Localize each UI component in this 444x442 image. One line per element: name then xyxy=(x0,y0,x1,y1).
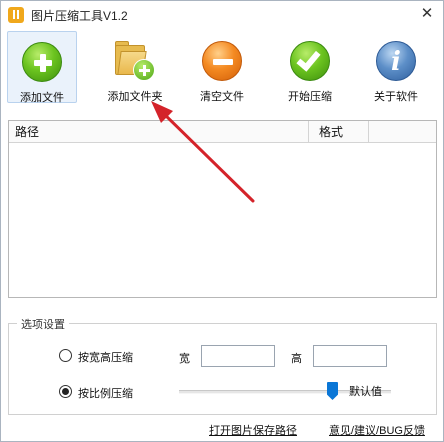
radio-selected-dot xyxy=(62,388,69,395)
add-file-icon xyxy=(22,42,62,82)
check-circle-icon xyxy=(290,41,330,81)
height-label: 高 xyxy=(291,353,302,365)
file-list-header: 路径 格式 xyxy=(9,121,436,143)
options-group: 选项设置 xyxy=(8,316,437,415)
app-icon xyxy=(8,7,24,23)
clear-files-label: 清空文件 xyxy=(200,91,244,103)
add-file-button[interactable]: 添加文件 xyxy=(7,31,77,104)
options-title: 选项设置 xyxy=(17,316,69,332)
clear-files-button[interactable]: 清空文件 xyxy=(189,31,255,103)
start-compress-label: 开始压缩 xyxy=(288,91,332,103)
start-compress-button[interactable]: 开始压缩 xyxy=(277,31,343,103)
by-ratio-radio[interactable] xyxy=(59,385,72,398)
folder-plus-icon xyxy=(113,39,155,81)
add-folder-label: 添加文件夹 xyxy=(107,91,163,103)
by-size-label: 按宽高压缩 xyxy=(78,352,133,364)
slider-default-label: 默认值 xyxy=(349,386,382,398)
open-save-path-link[interactable]: 打开图片保存路径 xyxy=(209,422,297,438)
by-ratio-label: 按比例压缩 xyxy=(78,388,133,400)
minus-circle-icon xyxy=(202,41,242,81)
width-input[interactable] xyxy=(201,345,275,367)
about-button[interactable]: i 关于软件 xyxy=(363,31,429,103)
info-icon: i xyxy=(376,41,416,81)
title-bar: 图片压缩工具V1.2 ✕ xyxy=(1,1,443,29)
window-title: 图片压缩工具V1.2 xyxy=(31,9,128,23)
by-size-radio[interactable] xyxy=(59,349,72,362)
height-input[interactable] xyxy=(313,345,387,367)
toolbar: 添加文件 添加文件夹 清空文件 开始压缩 i 关于软件 xyxy=(7,31,437,107)
column-header-path[interactable]: 路径 xyxy=(9,121,309,143)
add-folder-button[interactable]: 添加文件夹 xyxy=(95,31,175,103)
about-label: 关于软件 xyxy=(374,91,418,103)
close-button[interactable]: ✕ xyxy=(413,3,441,25)
column-header-format[interactable]: 格式 xyxy=(309,121,369,143)
add-file-label: 添加文件 xyxy=(20,92,64,104)
feedback-link[interactable]: 意见/建议/BUG反馈 xyxy=(329,422,425,438)
file-list[interactable]: 路径 格式 xyxy=(8,120,437,298)
width-label: 宽 xyxy=(179,353,190,365)
app-window: 图片压缩工具V1.2 ✕ 添加文件 添加文件夹 清空文件 开始压缩 i 关于软件… xyxy=(0,0,444,442)
